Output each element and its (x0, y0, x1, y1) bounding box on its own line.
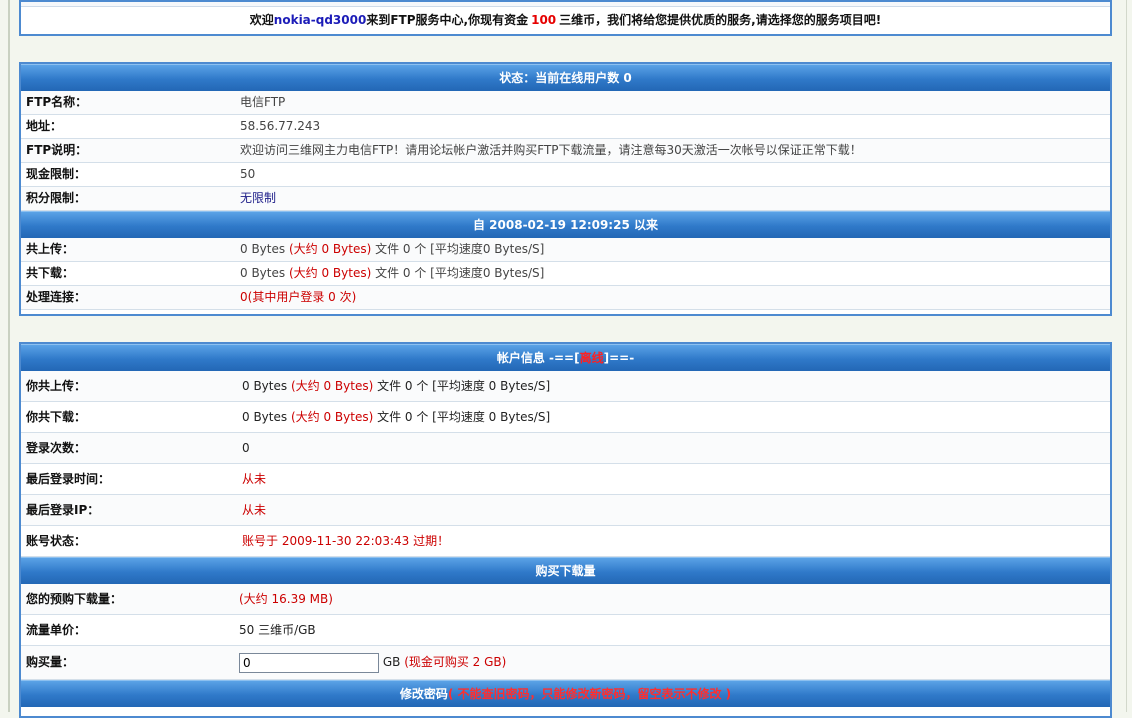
welcome-suffix: 三维币，我们将给您提供优质的服务,请选择您的服务项目吧! (559, 13, 882, 27)
quantity-unit: GB (382, 655, 401, 669)
account-status-value: 账号于 2009-11-30 22:03:43 过期！ (242, 534, 450, 548)
total-upload-value: 0 Bytes (大约 0 Bytes) 文件 0 个 [平均速度0 Bytes… (237, 238, 1110, 261)
unit-price-value: 50 三维币/GB (239, 623, 316, 637)
password-header-title: 修改密码 (399, 687, 448, 701)
quantity-row: 购买量： GB (现金可购买 2 GB) (21, 646, 1110, 680)
last-login-ip-row: 最后登录IP： 从未 (21, 495, 1110, 526)
my-upload-approx: (大约 0 Bytes) (290, 379, 374, 393)
login-count-label: 登录次数： (26, 441, 87, 455)
login-count-row: 登录次数： 0 (21, 433, 1110, 464)
page-left-border (8, 0, 10, 712)
my-upload-bytes: 0 Bytes (242, 379, 288, 393)
prebuy-value: (大约 16.39 MB) (239, 592, 333, 606)
total-upload-label: 共上传： (26, 242, 75, 256)
last-login-time-label: 最后登录时间： (26, 472, 111, 486)
unit-price-label: 流量单价： (26, 623, 87, 637)
prebuy-label: 您的预购下载量： (26, 592, 123, 606)
quantity-value: GB (现金可购买 2 GB) (239, 646, 1110, 679)
connections-value: 0(其中用户登录 0 次) (237, 286, 1110, 309)
points-limit-row: 积分限制： 无限制 (21, 187, 1110, 211)
welcome-prefix: 欢迎 (249, 13, 274, 27)
connections-row: 处理连接： 0(其中用户登录 0 次) (21, 286, 1110, 310)
total-upload-approx: (大约 0 Bytes) (288, 242, 372, 256)
connections-logins: (其中用户登录 0 次) (247, 290, 357, 304)
account-offline-status: 离线 (579, 351, 604, 365)
account-panel: 帐户信息 -==[离线]==- 你共上传： 0 Bytes (大约 0 Byte… (19, 342, 1112, 718)
my-download-bytes: 0 Bytes (242, 410, 288, 424)
welcome-panel: 欢迎nokia-qd3000来到FTP服务中心,你现有资金 100 三维币，我们将给… (19, 0, 1112, 36)
total-download-files: 文件 0 个 [平均速度0 Bytes/S] (375, 266, 545, 280)
my-download-approx: (大约 0 Bytes) (290, 410, 374, 424)
prebuy-row: 您的预购下载量： (大约 16.39 MB) (21, 584, 1110, 615)
ftp-address-label: 地址： (26, 119, 63, 133)
connections-count: 0 (240, 290, 248, 304)
total-download-value: 0 Bytes (大约 0 Bytes) 文件 0 个 [平均速度0 Bytes… (237, 262, 1110, 285)
account-status-label: 账号状态： (26, 534, 87, 548)
ftp-address-row: 地址： 58.56.77.243 (21, 115, 1110, 139)
my-upload-row: 你共上传： 0 Bytes (大约 0 Bytes) 文件 0 个 [平均速度 … (21, 371, 1110, 402)
last-login-ip-label: 最后登录IP： (26, 503, 100, 517)
total-download-row: 共下载： 0 Bytes (大约 0 Bytes) 文件 0 个 [平均速度0 … (21, 262, 1110, 286)
status-header: 状态：当前在线用户数 0 (21, 64, 1110, 91)
total-upload-files: 文件 0 个 [平均速度0 Bytes/S] (375, 242, 545, 256)
total-upload-row: 共上传： 0 Bytes (大约 0 Bytes) 文件 0 个 [平均速度0 … (21, 238, 1110, 262)
my-download-files: 文件 0 个 [平均速度 0 Bytes/S] (377, 410, 551, 424)
account-header-prefix: 帐户信息 -==[ (496, 351, 580, 365)
password-header: 修改密码( 不能查旧密码，只能修改新密码，留空表示不修改 ) (21, 680, 1110, 707)
cash-limit-value: 50 (240, 167, 256, 181)
my-download-row: 你共下载： 0 Bytes (大约 0 Bytes) 文件 0 个 [平均速度 … (21, 402, 1110, 433)
total-download-bytes: 0 Bytes (240, 266, 286, 280)
ftp-address-value: 58.56.77.243 (240, 119, 321, 133)
last-login-time-value: 从未 (242, 472, 267, 486)
welcome-money: 100 (531, 13, 557, 27)
ftp-name-label: FTP名称： (26, 95, 88, 109)
ftp-description-row: FTP说明： 欢迎访问三维网主力电信FTP！请用论坛帐户激活并购买FTP下载流量… (21, 139, 1110, 163)
welcome-middle: 来到FTP服务中心,你现有资金 (366, 13, 529, 27)
purchase-header: 购买下载量 (21, 557, 1110, 584)
last-login-ip-value: 从未 (242, 503, 267, 517)
account-status-row: 账号状态： 账号于 2009-11-30 22:03:43 过期！ (21, 526, 1110, 557)
ftp-name-value: 电信FTP (240, 95, 286, 109)
my-download-label: 你共下载： (26, 410, 87, 424)
quantity-input[interactable] (239, 652, 379, 673)
my-upload-files: 文件 0 个 [平均速度 0 Bytes/S] (377, 379, 551, 393)
since-header: 自 2008-02-19 12:09:25 以来 (21, 211, 1110, 238)
ftp-name-row: FTP名称： 电信FTP (21, 91, 1110, 115)
my-upload-label: 你共上传： (26, 379, 87, 393)
ftp-description-label: FTP说明： (26, 143, 88, 157)
connections-label: 处理连接： (26, 290, 87, 304)
welcome-username: nokia-qd3000 (273, 13, 367, 27)
welcome-message: 欢迎nokia-qd3000来到FTP服务中心,你现有资金 100 三维币，我们将给… (21, 7, 1110, 33)
ftp-description-value: 欢迎访问三维网主力电信FTP！请用论坛帐户激活并购买FTP下载流量，请注意每30… (240, 143, 862, 157)
cash-limit-row: 现金限制： 50 (21, 163, 1110, 187)
last-login-time-row: 最后登录时间： 从未 (21, 464, 1110, 495)
my-download-value: 0 Bytes (大约 0 Bytes) 文件 0 个 [平均速度 0 Byte… (239, 402, 1110, 432)
password-header-note: ( 不能查旧密码，只能修改新密码，留空表示不修改 ) (447, 687, 732, 701)
quantity-label: 购买量： (26, 655, 75, 669)
quantity-note: (现金可购买 2 GB) (404, 655, 507, 669)
points-limit-label: 积分限制： (26, 191, 87, 205)
total-download-label: 共下载： (26, 266, 75, 280)
page-right-border (1126, 0, 1127, 712)
login-count-value: 0 (242, 441, 250, 455)
account-header-suffix: ]==- (603, 351, 635, 365)
unit-price-row: 流量单价： 50 三维币/GB (21, 615, 1110, 646)
my-upload-value: 0 Bytes (大约 0 Bytes) 文件 0 个 [平均速度 0 Byte… (239, 371, 1110, 401)
account-header: 帐户信息 -==[离线]==- (21, 344, 1110, 371)
ftp-status-panel: 状态：当前在线用户数 0 FTP名称： 电信FTP 地址： 58.56.77.2… (19, 62, 1112, 316)
cash-limit-label: 现金限制： (26, 167, 87, 181)
total-download-approx: (大约 0 Bytes) (288, 266, 372, 280)
total-upload-bytes: 0 Bytes (240, 242, 286, 256)
points-limit-value: 无限制 (240, 191, 277, 205)
